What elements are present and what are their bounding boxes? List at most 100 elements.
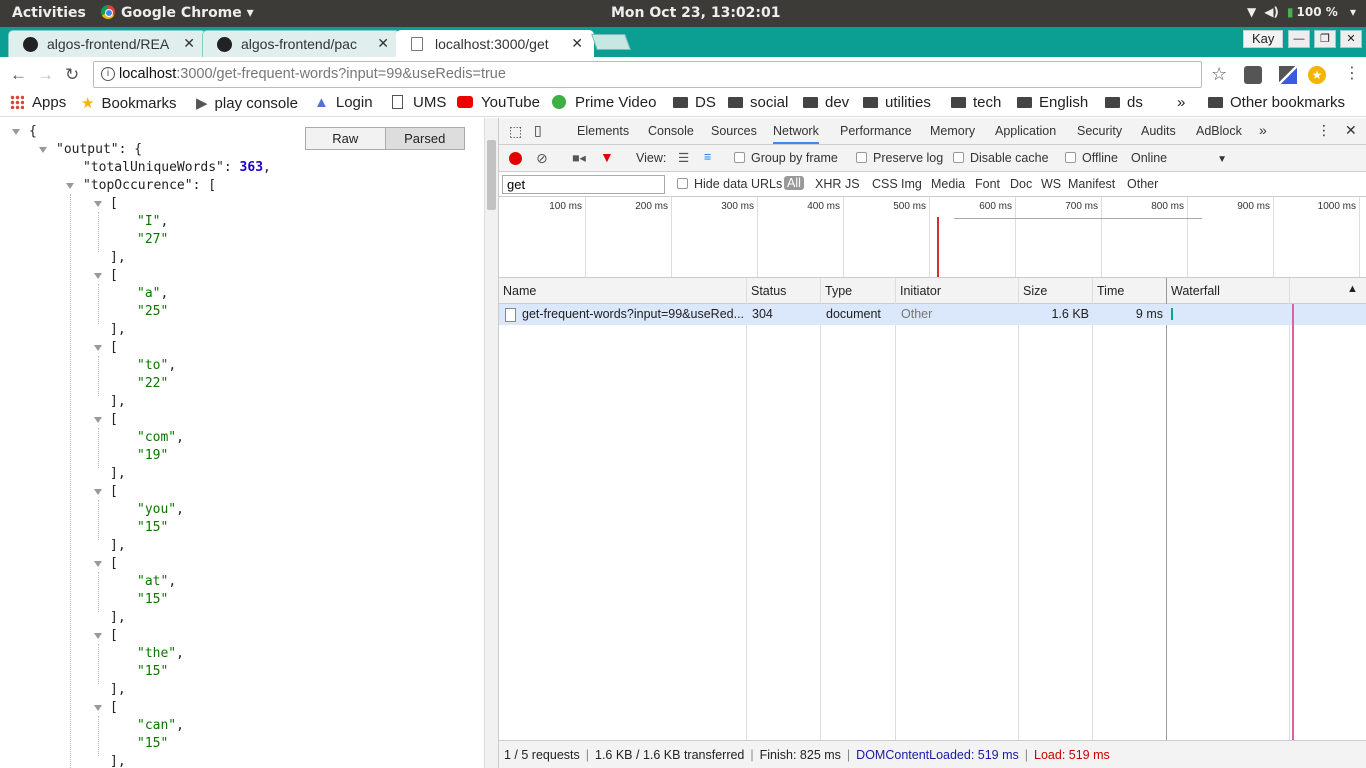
collapse-toggle-icon[interactable] (94, 273, 102, 279)
close-icon[interactable]: ✕ (373, 35, 389, 52)
app-menu[interactable]: Google Chrome ▾ (101, 5, 254, 21)
preserve-log-checkbox[interactable]: Preserve log (856, 151, 943, 165)
system-tray[interactable]: ▼ ◀) ▮ 100 % ▾ (1239, 5, 1356, 19)
checkbox[interactable] (677, 178, 688, 189)
col-status[interactable]: Status (751, 284, 786, 298)
type-filter-img[interactable]: Img (901, 177, 922, 191)
bookmark-ums[interactable]: UMS (392, 94, 446, 111)
restore-icon[interactable]: ❐ (1314, 30, 1336, 48)
type-filter-ws[interactable]: WS (1041, 177, 1061, 191)
address-bar[interactable]: i localhost:3000/get-frequent-words?inpu… (93, 61, 1202, 88)
minimize-icon[interactable]: — (1288, 30, 1310, 48)
type-filter-xhr[interactable]: XHR (815, 177, 841, 191)
disable-cache-checkbox[interactable]: Disable cache (953, 151, 1049, 165)
filter-icon[interactable]: ▼ (600, 149, 614, 165)
large-rows-icon[interactable]: ☰ (678, 150, 689, 165)
bookmark-apps[interactable]: Apps (10, 94, 66, 111)
inspect-icon[interactable]: ⬚ (509, 123, 522, 140)
activities-button[interactable]: Activities (12, 5, 86, 21)
tab-application[interactable]: Application (995, 124, 1056, 138)
collapse-toggle-icon[interactable] (12, 129, 20, 135)
star-extension-icon[interactable]: ★ (1308, 66, 1326, 84)
scrollbar-thumb[interactable] (487, 140, 496, 210)
clock[interactable]: Mon Oct 23, 13:02:01 (611, 5, 780, 21)
device-toolbar-icon[interactable]: ▯ (534, 122, 542, 139)
collapse-toggle-icon[interactable] (94, 345, 102, 351)
type-filter-js[interactable]: JS (845, 177, 860, 191)
offline-checkbox[interactable]: Offline (1065, 151, 1118, 165)
request-name[interactable]: get-frequent-words?input=99&useRed... (522, 307, 744, 321)
bookmark-folder[interactable]: utilities (863, 94, 931, 111)
extension-icon[interactable] (1244, 66, 1262, 84)
more-tabs-icon[interactable]: » (1259, 122, 1267, 138)
record-icon[interactable] (509, 152, 522, 165)
browser-tab[interactable]: algos-frontend/REA ✕ (8, 30, 206, 57)
info-icon[interactable]: i (101, 67, 115, 81)
browser-tab-active[interactable]: localhost:3000/get ✕ (396, 30, 594, 57)
group-by-frame-checkbox[interactable]: Group by frame (734, 151, 838, 165)
collapse-toggle-icon[interactable] (66, 183, 74, 189)
checkbox[interactable] (734, 152, 745, 163)
collapse-toggle-icon[interactable] (94, 417, 102, 423)
type-filter-manifest[interactable]: Manifest (1068, 177, 1115, 191)
col-initiator[interactable]: Initiator (900, 284, 941, 298)
tab-security[interactable]: Security (1077, 124, 1122, 138)
close-icon[interactable]: ✕ (179, 35, 195, 52)
waterfall-overview-icon[interactable]: ≡ (704, 150, 711, 164)
collapse-toggle-icon[interactable] (94, 705, 102, 711)
type-filter-doc[interactable]: Doc (1010, 177, 1032, 191)
sort-ascending-icon[interactable]: ▲ (1347, 283, 1358, 295)
checkbox[interactable] (856, 152, 867, 163)
collapse-toggle-icon[interactable] (39, 147, 47, 153)
capture-screenshots-icon[interactable]: ■◂ (572, 150, 586, 165)
bookmark-login[interactable]: ▲ Login (314, 94, 373, 111)
clear-icon[interactable]: ⊘ (536, 150, 548, 167)
tab-memory[interactable]: Memory (930, 124, 975, 138)
collapse-toggle-icon[interactable] (94, 633, 102, 639)
bookmark-folder[interactable]: dev (803, 94, 849, 111)
tab-network[interactable]: Network (773, 124, 819, 144)
type-filter-font[interactable]: Font (975, 177, 1000, 191)
checkbox[interactable] (1065, 152, 1076, 163)
bookmark-folder[interactable]: ds (1105, 94, 1143, 111)
type-filter-media[interactable]: Media (931, 177, 965, 191)
close-devtools-icon[interactable]: ✕ (1345, 122, 1357, 139)
star-icon[interactable]: ☆ (1211, 65, 1229, 84)
bookmark-folder[interactable]: social (728, 94, 788, 111)
hide-data-urls-checkbox[interactable]: Hide data URLs (677, 177, 782, 191)
type-filter-all[interactable]: All (784, 176, 804, 190)
settings-menu-icon[interactable]: ⋮ (1317, 122, 1331, 139)
throttling-select[interactable]: Online ▼ (1131, 151, 1227, 165)
col-type[interactable]: Type (825, 284, 852, 298)
bookmark-prime-video[interactable]: Prime Video (552, 94, 656, 111)
close-window-icon[interactable]: ✕ (1340, 30, 1362, 48)
other-bookmarks[interactable]: Other bookmarks (1208, 94, 1345, 111)
bookmarks-overflow-button[interactable]: » (1177, 94, 1185, 111)
bookmark-youtube[interactable]: YouTube (457, 94, 540, 111)
tab-elements[interactable]: Elements (577, 124, 629, 138)
parsed-button[interactable]: Parsed (384, 128, 464, 149)
tab-audits[interactable]: Audits (1141, 124, 1176, 138)
type-filter-css[interactable]: CSS (872, 177, 898, 191)
bookmark-play-console[interactable]: ▶ play console (196, 94, 298, 112)
col-size[interactable]: Size (1023, 284, 1047, 298)
bookmark-folder[interactable]: tech (951, 94, 1001, 111)
close-icon[interactable]: ✕ (567, 35, 583, 52)
collapse-toggle-icon[interactable] (94, 561, 102, 567)
tab-performance[interactable]: Performance (840, 124, 912, 138)
tab-adblock[interactable]: AdBlock (1196, 124, 1242, 138)
new-tab-button[interactable] (591, 34, 631, 50)
checkbox[interactable] (953, 152, 964, 163)
col-name[interactable]: Name (503, 284, 536, 298)
back-icon[interactable]: ← (10, 65, 27, 85)
reload-icon[interactable]: ↻ (65, 65, 79, 85)
raw-button[interactable]: Raw (306, 128, 385, 149)
bookmark-folder[interactable]: English (1017, 94, 1088, 111)
browser-tab[interactable]: algos-frontend/pac ✕ (202, 30, 400, 57)
tab-sources[interactable]: Sources (711, 124, 757, 138)
collapse-toggle-icon[interactable] (94, 201, 102, 207)
color-picker-icon[interactable] (1279, 66, 1297, 84)
type-filter-other[interactable]: Other (1127, 177, 1158, 191)
forward-icon[interactable]: → (37, 65, 54, 85)
json-scrollbar[interactable] (484, 118, 498, 768)
